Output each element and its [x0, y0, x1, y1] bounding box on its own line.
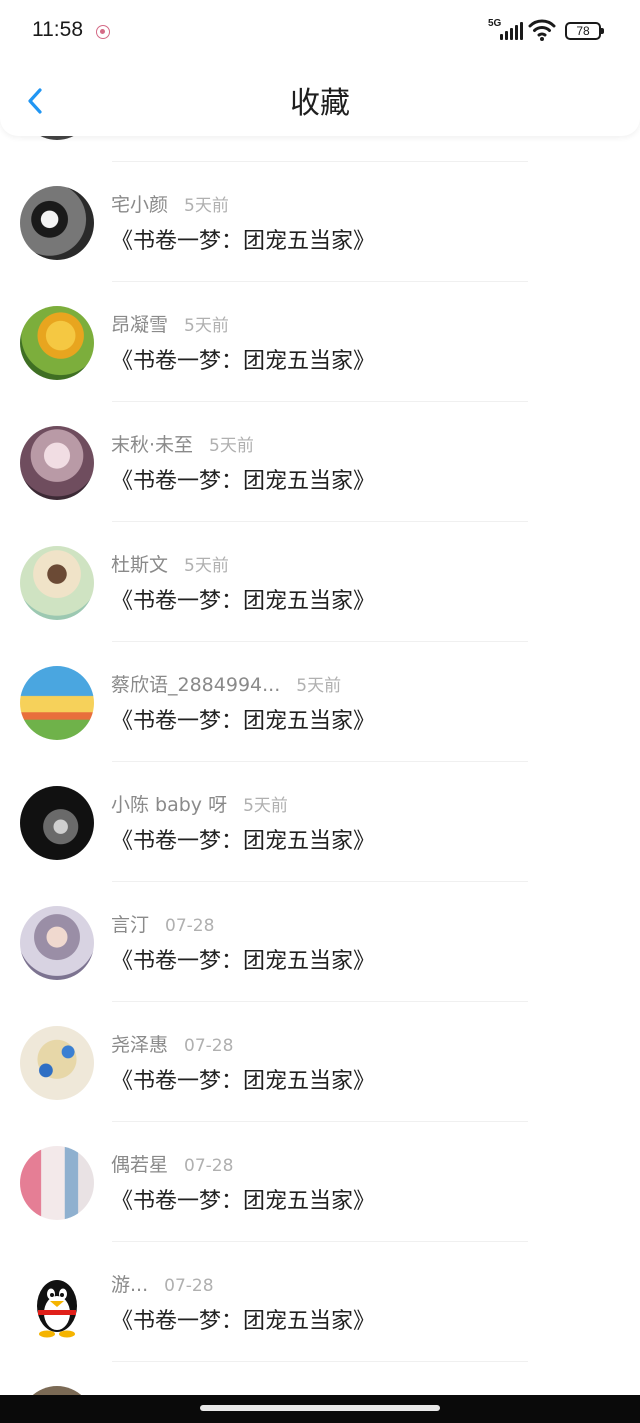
book-title: 《书卷一梦：团宠五当家》 — [111, 1189, 376, 1214]
status-bar: 11:58 5G 78 — [0, 0, 640, 64]
nav-bar: 收藏 — [0, 64, 640, 136]
home-indicator-bar — [0, 1395, 640, 1423]
avatar — [20, 1026, 94, 1100]
avatar — [20, 186, 94, 260]
book-title: 《书卷一梦：团宠五当家》 — [111, 709, 376, 734]
avatar — [20, 546, 94, 620]
timestamp: 5天前 — [296, 676, 342, 696]
battery-icon: 78 — [565, 22, 604, 40]
user-name: 蔡欣语_2884994... — [111, 674, 281, 696]
home-indicator[interactable] — [200, 1405, 440, 1411]
avatar — [20, 786, 94, 860]
book-title: 《书卷一梦：团宠五当家》 — [111, 1309, 376, 1334]
book-title: 《书卷一梦：团宠五当家》 — [111, 349, 376, 374]
timestamp: 5天前 — [209, 436, 254, 456]
top-bar: 11:58 5G 78 收藏 — [0, 0, 640, 136]
battery-level: 78 — [576, 24, 590, 38]
list-item[interactable]: 杜斯文 5天前 《书卷一梦：团宠五当家》 — [0, 522, 640, 642]
book-title: 《书卷一梦：团宠五当家》 — [111, 229, 376, 254]
timestamp: 07-28 — [184, 1156, 234, 1176]
qq-penguin-avatar — [20, 1266, 94, 1340]
status-time: 11:58 — [32, 18, 83, 41]
list-item[interactable]: 尧泽惠 07-28 《书卷一梦：团宠五当家》 — [0, 1002, 640, 1122]
favorites-screen: 11:58 5G 78 收藏 宅小颜 5天前 《书卷一梦：团宠五当家》 昂凝雪 … — [0, 0, 640, 1423]
list-item[interactable]: 小陈 baby 呀 5天前 《书卷一梦：团宠五当家》 — [0, 762, 640, 882]
avatar — [20, 306, 94, 380]
timestamp: 5天前 — [243, 796, 288, 816]
list-item[interactable]: 偶若星 07-28 《书卷一梦：团宠五当家》 — [0, 1122, 640, 1242]
timestamp: 5天前 — [184, 196, 229, 216]
list-item[interactable]: 宅小颜 5天前 《书卷一梦：团宠五当家》 — [0, 162, 640, 282]
wifi-icon — [528, 19, 556, 41]
book-title: 《书卷一梦：团宠五当家》 — [111, 829, 376, 854]
list-item[interactable]: 言汀 07-28 《书卷一梦：团宠五当家》 — [0, 882, 640, 1002]
avatar — [20, 426, 94, 500]
avatar — [20, 1146, 94, 1220]
book-title: 《书卷一梦：团宠五当家》 — [111, 949, 376, 974]
user-name: 言汀 — [111, 914, 150, 936]
user-name: 偶若星 — [111, 1154, 169, 1176]
cellular-signal-icon: 5G — [488, 18, 524, 40]
timestamp: 07-28 — [184, 1036, 234, 1056]
book-title: 《书卷一梦：团宠五当家》 — [111, 469, 376, 494]
user-name: 末秋·未至 — [111, 434, 194, 456]
user-name: 游... — [111, 1274, 149, 1296]
list-item[interactable]: 昂凝雪 5天前 《书卷一梦：团宠五当家》 — [0, 282, 640, 402]
user-name: 杜斯文 — [111, 554, 169, 576]
list-item[interactable]: 蔡欣语_2884994... 5天前 《书卷一梦：团宠五当家》 — [0, 642, 640, 762]
avatar — [20, 906, 94, 980]
list-item[interactable]: 末秋·未至 5天前 《书卷一梦：团宠五当家》 — [0, 402, 640, 522]
avatar — [20, 666, 94, 740]
book-title: 《书卷一梦：团宠五当家》 — [111, 589, 376, 614]
user-name: 宅小颜 — [111, 194, 169, 216]
timestamp: 5天前 — [184, 556, 229, 576]
timestamp: 5天前 — [184, 316, 229, 336]
list-item[interactable]: 游... 07-28 《书卷一梦：团宠五当家》 — [0, 1242, 640, 1362]
user-name: 尧泽惠 — [111, 1034, 169, 1056]
favorites-list[interactable]: 宅小颜 5天前 《书卷一梦：团宠五当家》 昂凝雪 5天前 《书卷一梦：团宠五当家》 … — [0, 42, 640, 1423]
book-title: 《书卷一梦：团宠五当家》 — [111, 1069, 376, 1094]
user-name: 小陈 baby 呀 — [111, 794, 228, 816]
timestamp: 07-28 — [164, 1276, 214, 1296]
timestamp: 07-28 — [165, 916, 215, 936]
user-name: 昂凝雪 — [111, 314, 169, 336]
notification-icon — [96, 25, 110, 39]
page-title: 收藏 — [290, 86, 350, 121]
